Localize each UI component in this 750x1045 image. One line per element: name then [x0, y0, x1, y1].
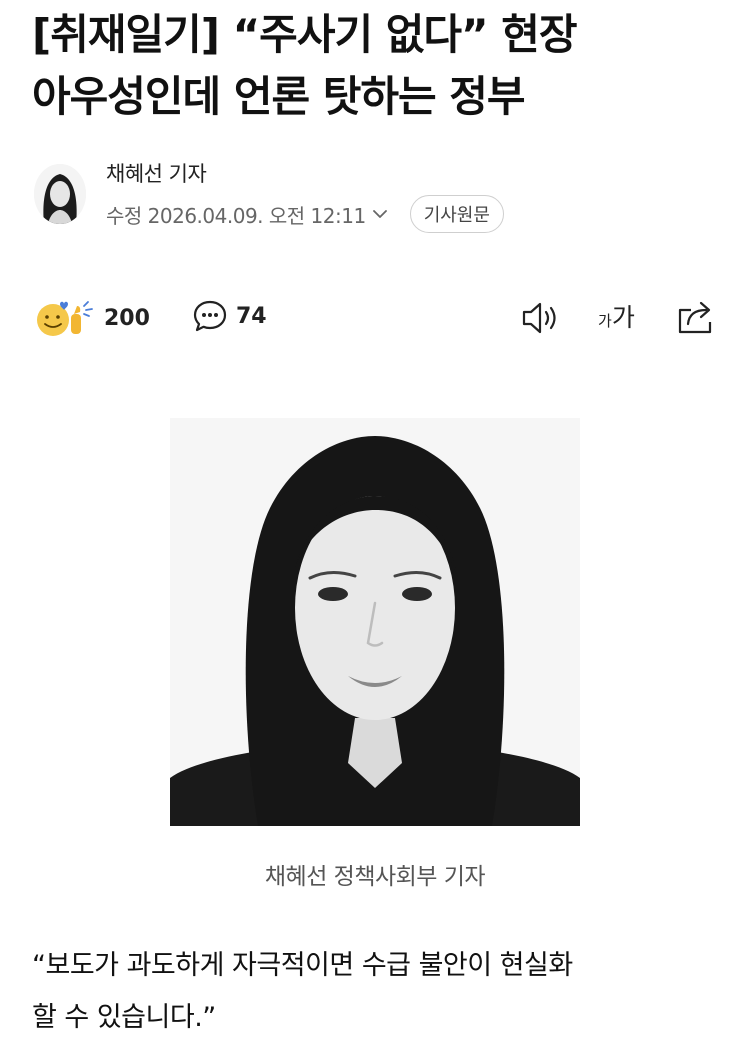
- action-bar: 200 74 가 가: [34, 294, 720, 342]
- article-date[interactable]: 수정 2026.04.09. 오전 12:11: [106, 200, 388, 229]
- article-body: “보도가 과도하게 자극적이면 수급 불안이 현실화 할 수 있습니다.”: [32, 940, 722, 1044]
- headline-line-1: [취재일기] “주사기 없다” 현장: [32, 10, 578, 59]
- photo-caption: 채혜선 정책사회부 기자: [264, 864, 486, 890]
- author-avatar-image: [34, 164, 86, 224]
- font-size-small-label: 가: [598, 312, 612, 330]
- reaction-button[interactable]: 200: [34, 298, 150, 338]
- meta-row: 수정 2026.04.09. 오전 12:11 기사원문: [106, 195, 504, 233]
- font-size-large-label: 가: [611, 303, 635, 332]
- share-button[interactable]: [676, 298, 716, 336]
- chevron-down-icon: [372, 210, 387, 218]
- font-size-icon: 가 가: [598, 298, 635, 334]
- article-headline: [취재일기] “주사기 없다” 현장 아우성인데 언론 탓하는 정부: [32, 4, 732, 128]
- share-icon: [678, 301, 712, 334]
- reporter-portrait-image: [170, 418, 580, 826]
- comment-bubble-icon: [193, 300, 227, 332]
- byline: 채혜선 기자 수정 2026.04.09. 오전 12:11 기사원문: [34, 156, 714, 236]
- author-name[interactable]: 채혜선 기자: [106, 158, 207, 188]
- body-line-2: 할 수 있습니다.”: [32, 1002, 216, 1033]
- headline-line-2: 아우성인데 언론 탓하는 정부: [32, 72, 526, 121]
- tts-button[interactable]: [520, 300, 560, 336]
- reaction-count: 200: [104, 305, 150, 331]
- speaker-icon: [522, 302, 556, 334]
- original-article-button[interactable]: 기사원문: [409, 195, 504, 233]
- comment-count: 74: [236, 303, 267, 329]
- font-size-button[interactable]: 가 가: [598, 298, 635, 334]
- body-line-1: “보도가 과도하게 자극적이면 수급 불안이 현실화: [32, 950, 573, 981]
- reaction-emoji-icon: [37, 301, 93, 336]
- date-text: 수정 2026.04.09. 오전 12:11: [106, 203, 366, 228]
- comment-button[interactable]: 74: [192, 298, 267, 334]
- reporter-photo[interactable]: [170, 418, 580, 826]
- author-avatar[interactable]: [34, 164, 86, 224]
